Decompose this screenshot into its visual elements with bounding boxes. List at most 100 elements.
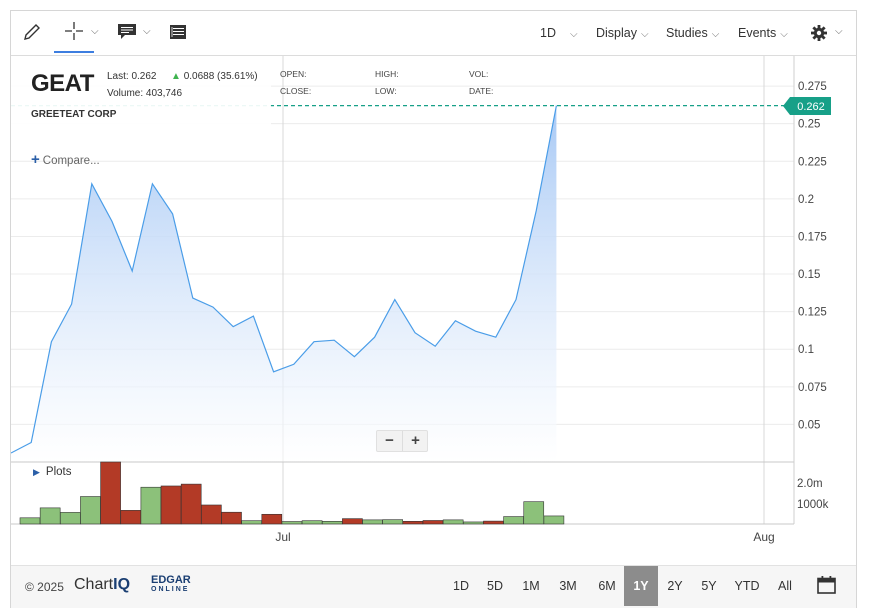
price-change-value: 0.0688 (35.61%)	[183, 71, 258, 82]
date-label: DATE:	[469, 86, 494, 96]
y-tick-label: 0.075	[798, 382, 827, 394]
y-tick-label: 0.175	[798, 231, 827, 243]
last-price: Last: 0.262	[107, 71, 157, 82]
caret-right-icon: ▶	[33, 467, 40, 477]
edgar-online-logo[interactable]: EDGAR ONLINE	[151, 575, 191, 595]
crosshair-chevron-icon[interactable]: ⌵	[91, 26, 99, 37]
y-tick-label: 0.2	[798, 194, 814, 206]
x-axis-labels: Jul Aug	[275, 530, 774, 544]
events-label: Events	[738, 26, 777, 40]
close-label: CLOSE:	[280, 86, 312, 96]
low-label: LOW:	[375, 86, 397, 96]
volume-bar	[160, 485, 182, 525]
volume-bar	[382, 519, 404, 525]
interval-label: 1D	[540, 26, 556, 40]
volume-bar	[120, 510, 142, 525]
plots-toggle[interactable]: ▶ Plots	[33, 466, 72, 478]
table-icon[interactable]	[169, 24, 187, 40]
volume-tick-label: 1000k	[797, 499, 829, 511]
y-axis-labels: 0.275 0.25 0.225 0.2 0.175 0.15 0.125 0.1 0.075 0…	[798, 81, 827, 431]
range-button-ytd[interactable]: YTD	[729, 566, 765, 606]
current-price-value: 0.262	[797, 101, 825, 113]
volume-bar	[261, 513, 283, 525]
studies-menu[interactable]: Studies ⌵	[666, 26, 719, 40]
volume-bar	[180, 483, 202, 525]
events-menu[interactable]: Events ⌵	[738, 26, 788, 40]
volume-bar	[80, 496, 101, 525]
volume-bar	[59, 512, 81, 525]
calendar-icon[interactable]	[817, 576, 836, 594]
range-button-3m[interactable]: 3M	[553, 566, 583, 606]
studies-label: Studies	[666, 26, 708, 40]
zoom-out-button[interactable]: −	[377, 431, 402, 451]
volume-bar	[442, 519, 464, 525]
volume-bar	[140, 486, 162, 525]
range-button-5d[interactable]: 5D	[481, 566, 509, 606]
symbol-label: GEAT	[31, 70, 94, 97]
pencil-icon[interactable]	[22, 22, 42, 42]
zoom-in-button[interactable]: +	[402, 431, 428, 451]
current-price-tag: 0.262	[783, 97, 831, 115]
volume-bar	[241, 520, 262, 525]
volume-bar	[321, 521, 343, 525]
volume-bar	[221, 511, 242, 525]
display-label: Display	[596, 26, 637, 40]
volume-bar	[402, 521, 424, 525]
volume-value: Volume: 403,746	[107, 88, 183, 99]
gear-icon[interactable]	[810, 24, 828, 42]
range-button-2y[interactable]: 2Y	[663, 566, 687, 606]
range-button-6m[interactable]: 6M	[591, 566, 623, 606]
footer-bar: © 2025 ChartIQ EDGAR ONLINE 1D 5D 1M 3M 6M 1Y 2…	[11, 565, 856, 608]
volume-bar	[39, 507, 61, 525]
volume-bar	[19, 517, 41, 525]
volume-bar	[422, 520, 444, 525]
company-name: GREETEAT CORP	[31, 109, 117, 120]
range-button-1d[interactable]: 1D	[448, 566, 474, 606]
price-change: ▲ 0.0688 (35.61%)	[171, 71, 258, 82]
compare-button[interactable]: + Compare...	[31, 151, 100, 168]
volume-bar	[301, 520, 323, 525]
volume-bar	[543, 515, 565, 525]
y-tick-label: 0.1	[798, 344, 814, 356]
crosshair-icon[interactable]	[64, 21, 84, 41]
chartiq-logo-b: IQ	[113, 576, 131, 593]
volume-axis-labels: 2.0m 1000k	[797, 478, 829, 511]
crosshair-active-indicator	[54, 51, 94, 53]
range-button-1m[interactable]: 1M	[516, 566, 546, 606]
range-button-5y[interactable]: 5Y	[697, 566, 721, 606]
chart-toolbar: ⌵ ⌵ 1D ⌵ Display ⌵ Studies ⌵ Events ⌵ ⌵	[11, 11, 856, 56]
plus-icon: +	[31, 151, 40, 168]
volume-bar	[342, 518, 363, 525]
x-tick-label: Aug	[753, 530, 774, 544]
vol-label: VOL:	[469, 69, 489, 79]
y-tick-label: 0.15	[798, 269, 820, 281]
chartiq-logo[interactable]: ChartIQ	[74, 576, 130, 594]
x-tick-label: Jul	[275, 530, 290, 544]
volume-bar	[281, 521, 303, 525]
chevron-down-icon: ⌵	[711, 29, 720, 40]
settings-chevron-icon[interactable]: ⌵	[835, 26, 843, 37]
compare-label: Compare...	[42, 155, 100, 167]
high-label: HIGH:	[375, 69, 399, 79]
plots-label: Plots	[45, 466, 72, 478]
range-button-1y[interactable]: 1Y	[624, 566, 658, 606]
y-tick-label: 0.275	[798, 81, 827, 93]
edgar-logo-sub: ONLINE	[151, 586, 190, 593]
display-menu[interactable]: Display ⌵	[596, 26, 649, 40]
range-button-all[interactable]: All	[772, 566, 798, 606]
price-chart[interactable]: 0.275 0.25 0.225 0.2 0.175 0.15 0.125 0.1 0.075 0…	[11, 56, 856, 564]
volume-bars	[19, 461, 565, 525]
volume-bar	[462, 521, 484, 525]
symbol-hud: GEAT Last: 0.262 ▲ 0.0688 (35.61%) Volum…	[11, 56, 271, 126]
interval-menu[interactable]: 1D ⌵	[540, 26, 578, 40]
comment-icon[interactable]	[117, 23, 137, 41]
arrow-up-icon: ▲	[171, 71, 181, 82]
open-label: OPEN:	[280, 69, 307, 79]
volume-bar	[523, 501, 545, 525]
chevron-down-icon: ⌵	[780, 29, 788, 40]
y-tick-label: 0.25	[798, 119, 820, 131]
volume-bar	[201, 504, 222, 525]
comment-chevron-icon[interactable]: ⌵	[143, 26, 151, 37]
copyright: © 2025	[25, 580, 64, 594]
y-tick-label: 0.05	[798, 419, 820, 431]
